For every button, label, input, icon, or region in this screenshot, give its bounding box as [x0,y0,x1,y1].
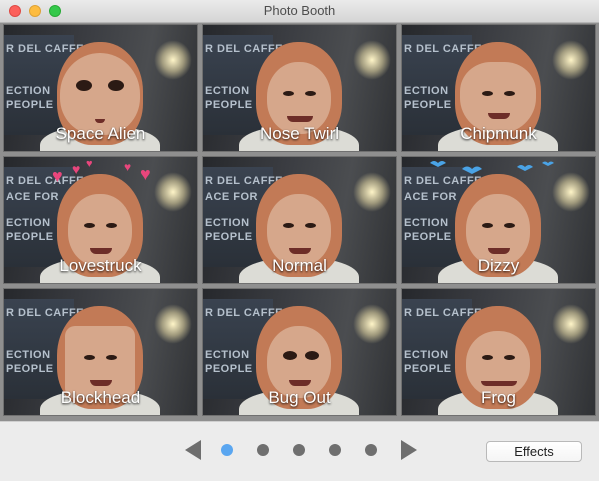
hearts-overlay: ♥ ♥ ♥ ♥ ♥ [44,157,164,187]
mouth [289,248,311,254]
effect-tile-lovestruck[interactable]: R DEL CAFFE ACE FOR ECTION PEOPLE ♥ ♥ ♥ … [3,156,198,284]
neon-light [353,40,391,80]
heart-icon: ♥ [86,158,93,170]
neon-light [353,172,391,212]
page-dot-5[interactable] [365,444,377,456]
mouth [90,380,112,386]
effect-tile-space-alien[interactable]: R DEL CAFFE ECTION PEOPLE Space Alien [3,24,198,152]
left-eye [283,91,294,96]
effect-label: Space Alien [55,124,146,143]
window-title: Photo Booth [263,3,336,18]
neon-light [154,40,192,80]
right-eye [305,91,316,96]
mouth [90,248,112,254]
mouth [289,380,311,386]
left-eye [84,223,95,228]
effect-label: Nose Twirl [259,124,340,143]
effect-tile-nose-twirl[interactable]: R DEL CAFFE ECTION PEOPLE Nose Twirl [202,24,397,152]
effect-tile-dizzy[interactable]: R DEL CAFFE ACE FOR ECTION PEOPLE Dizzy [401,156,596,284]
left-eye [76,80,92,91]
effect-label: Blockhead [60,388,141,407]
effect-tile-chipmunk[interactable]: R DEL CAFFE ECTION PEOPLE Chipmunk [401,24,596,152]
effect-label: Chipmunk [460,124,537,143]
title-bar[interactable]: Photo Booth [0,0,599,23]
photo-booth-window: Photo Booth R DEL CAFFE ECTION PEOPLE Sp… [0,0,599,481]
effects-grid: R DEL CAFFE ECTION PEOPLE Space Alien R … [0,23,599,421]
left-eye [283,223,294,228]
page-dot-1[interactable] [221,444,233,456]
heart-icon: ♥ [124,160,132,174]
left-eye [283,351,297,360]
mouth [488,113,510,119]
right-eye [305,351,319,360]
mouth [481,381,517,386]
right-eye [504,355,515,360]
left-eye [482,91,493,96]
effect-label: Lovestruck [59,256,142,275]
effect-label: Dizzy [477,256,520,275]
previous-page-icon[interactable] [185,440,201,460]
right-eye [305,223,316,228]
page-dot-2[interactable] [257,444,269,456]
neon-light [552,304,590,344]
left-eye [482,223,493,228]
bottom-toolbar: Effects [0,421,599,481]
heart-icon: ♥ [52,166,63,186]
effect-label: Normal [272,256,327,275]
right-eye [106,355,117,360]
neon-light [154,304,192,344]
mouth [287,116,313,122]
effect-tile-normal[interactable]: R DEL CAFFE ACE FOR ECTION PEOPLE Normal [202,156,397,284]
right-eye [504,91,515,96]
right-eye [106,223,117,228]
effect-label: Bug Out [268,388,331,407]
heart-icon: ♥ [140,164,151,184]
neon-light [552,40,590,80]
effects-button[interactable]: Effects [486,441,582,462]
left-eye [84,355,95,360]
effect-tile-bug-out[interactable]: R DEL CAFFE ECTION PEOPLE Bug Out [202,288,397,416]
right-eye [504,223,515,228]
effect-tile-blockhead[interactable]: R DEL CAFFE ECTION PEOPLE Blockhead [3,288,198,416]
mouth [488,248,510,254]
birds-overlay [422,157,592,179]
effect-label: Frog [481,388,516,407]
heart-icon: ♥ [72,161,81,177]
neon-light [353,304,391,344]
next-page-icon[interactable] [401,440,417,460]
page-dot-4[interactable] [329,444,341,456]
left-eye [482,355,493,360]
right-eye [108,80,124,91]
page-dot-3[interactable] [293,444,305,456]
bird-icon [430,161,554,174]
effect-tile-frog[interactable]: R DEL CAFFE ECTION PEOPLE Frog [401,288,596,416]
